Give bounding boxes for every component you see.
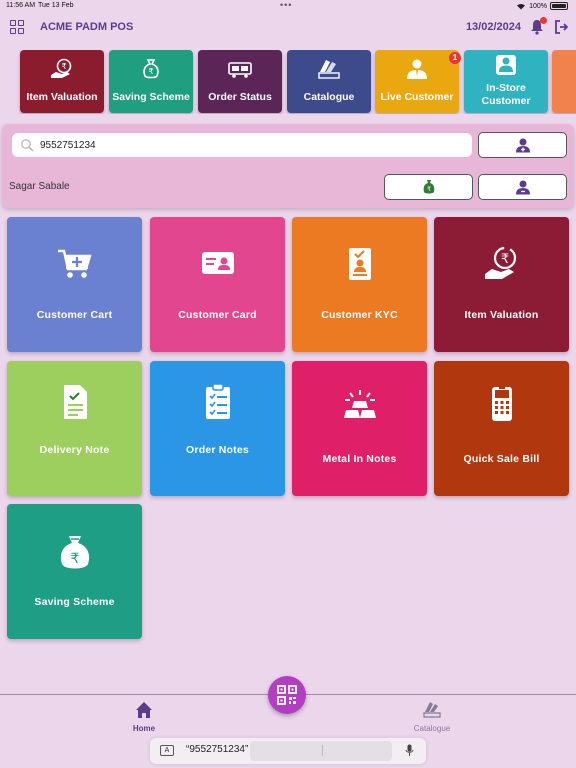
tile-delivery-note[interactable]: Delivery Note (7, 361, 142, 496)
tile-customer-card[interactable]: Customer Card (150, 217, 285, 352)
status-time: 11:56 AM (6, 2, 36, 9)
svg-text:₹: ₹ (500, 252, 508, 267)
multitask-dots[interactable]: ••• (280, 0, 292, 10)
add-customer-button[interactable] (478, 132, 567, 158)
tile-customer-kyc[interactable]: Customer KYC (292, 217, 427, 352)
tile-label: Customer Cart (36, 309, 113, 321)
status-date: Tue 13 Feb (38, 2, 74, 9)
hand-rupee-icon: ₹ (484, 246, 516, 279)
quick-tile-instore-customer[interactable]: In-Store Customer (464, 50, 548, 113)
tile-label: Item Valuation (464, 309, 539, 321)
gold-bars-icon (343, 390, 376, 418)
cart-icon (57, 249, 92, 278)
quick-tile-live-customer[interactable]: Live Customer 1 (375, 50, 461, 113)
id-card-icon (201, 252, 234, 274)
nav-home[interactable]: Home (114, 701, 174, 733)
tile-quick-sale-bill[interactable]: Quick Sale Bill (434, 361, 569, 496)
tile-label: Customer KYC (321, 309, 398, 321)
kyc-icon (348, 248, 371, 280)
logout-icon[interactable] (554, 19, 569, 35)
notification-badge (540, 17, 547, 24)
tile-item-valuation[interactable]: ₹ Item Valuation (434, 217, 569, 352)
keyboard-suggestion-area[interactable] (250, 741, 392, 761)
home-icon (136, 702, 152, 718)
app-bar: ACME PADM POS 13/02/2024 (0, 14, 576, 42)
quick-tile-item-valuation[interactable]: ₹ Item Valuation (20, 50, 104, 113)
app-title: ACME PADM POS (40, 21, 134, 33)
quick-access-bar: ₹ Item Valuation ₹ Saving Scheme Order S… (0, 50, 576, 114)
customer-panel: Sagar Sabale ₹ (2, 124, 574, 208)
search-icon (21, 139, 34, 152)
nav-home-label: Home (132, 724, 156, 733)
customer-name: Sagar Sabale (9, 181, 70, 192)
nav-catalogue-label: Catalogue (413, 724, 451, 733)
notification-bell-icon[interactable] (530, 17, 547, 35)
status-right: 100% (516, 2, 568, 10)
keyboard-suggestion-bar: A “9552751234” (150, 738, 426, 764)
svg-text:₹: ₹ (148, 67, 153, 76)
money-bag-icon: ₹ (143, 59, 159, 79)
quick-tile-label: In-Store Customer (481, 82, 531, 107)
quick-tile-catalogue[interactable]: Catalogue (287, 50, 371, 113)
quick-tile-label: Live Customer (380, 91, 454, 103)
tile-label: Delivery Note (39, 444, 110, 456)
svg-text:₹: ₹ (427, 186, 431, 193)
keyboard-divider (322, 745, 323, 756)
clipboard-icon (205, 383, 230, 419)
tile-order-notes[interactable]: Order Notes (150, 361, 285, 496)
quick-tile-label: Saving Scheme (112, 91, 190, 103)
qr-code-icon (277, 685, 297, 705)
catalogue-icon (318, 60, 340, 79)
svg-text:₹: ₹ (61, 62, 66, 71)
qr-scan-button[interactable] (268, 676, 306, 714)
quick-tile-saving-scheme[interactable]: ₹ Saving Scheme (109, 50, 193, 113)
card-terminal-icon (491, 387, 512, 421)
quick-tile-label: Catalogue (303, 91, 355, 103)
quick-tile-label: Order Status (208, 91, 272, 103)
instore-customer-icon (496, 55, 516, 75)
catalogue-icon (423, 702, 441, 718)
customer-scheme-button[interactable]: ₹ (384, 174, 473, 200)
microphone-icon[interactable] (405, 744, 414, 757)
nav-catalogue[interactable]: Catalogue (402, 701, 462, 733)
tile-label: Order Notes (186, 444, 249, 456)
customer-icon (407, 59, 427, 79)
wifi-icon (517, 3, 526, 10)
money-bag-icon: ₹ (423, 180, 434, 194)
money-bag-icon: ₹ (60, 536, 89, 569)
tile-metal-in-notes[interactable]: Metal In Notes (292, 361, 427, 496)
tile-saving-scheme[interactable]: ₹ Saving Scheme (7, 504, 142, 639)
keyboard-format-icon[interactable]: A (160, 745, 174, 756)
tile-label: Saving Scheme (34, 596, 115, 608)
user-icon (515, 180, 530, 195)
live-customer-badge: 1 (449, 52, 461, 64)
customer-profile-button[interactable] (478, 174, 567, 200)
hand-rupee-icon: ₹ (51, 58, 72, 78)
add-user-icon (515, 138, 530, 153)
quick-tile-label: Item Valuation (26, 91, 98, 103)
tile-label: Customer Card (178, 309, 257, 321)
apps-grid-icon[interactable] (10, 20, 24, 34)
tile-label: Metal In Notes (322, 453, 397, 465)
keyboard-suggestion[interactable]: “9552751234” (186, 744, 248, 755)
search-box[interactable] (12, 133, 472, 157)
document-icon (63, 385, 87, 419)
status-bar: 11:56 AM Tue 13 Feb ••• 100% (0, 0, 576, 12)
quick-tile-order-status[interactable]: Order Status (198, 50, 282, 113)
truck-icon (228, 62, 252, 78)
battery-icon (550, 2, 568, 10)
current-date: 13/02/2024 (465, 21, 521, 33)
tile-customer-cart[interactable]: Customer Cart (7, 217, 142, 352)
battery-percent: 100% (529, 2, 547, 10)
customer-search-input[interactable] (40, 136, 460, 154)
quick-tile-overflow[interactable] (552, 50, 576, 113)
tile-label: Quick Sale Bill (463, 453, 540, 465)
svg-text:₹: ₹ (70, 551, 79, 567)
